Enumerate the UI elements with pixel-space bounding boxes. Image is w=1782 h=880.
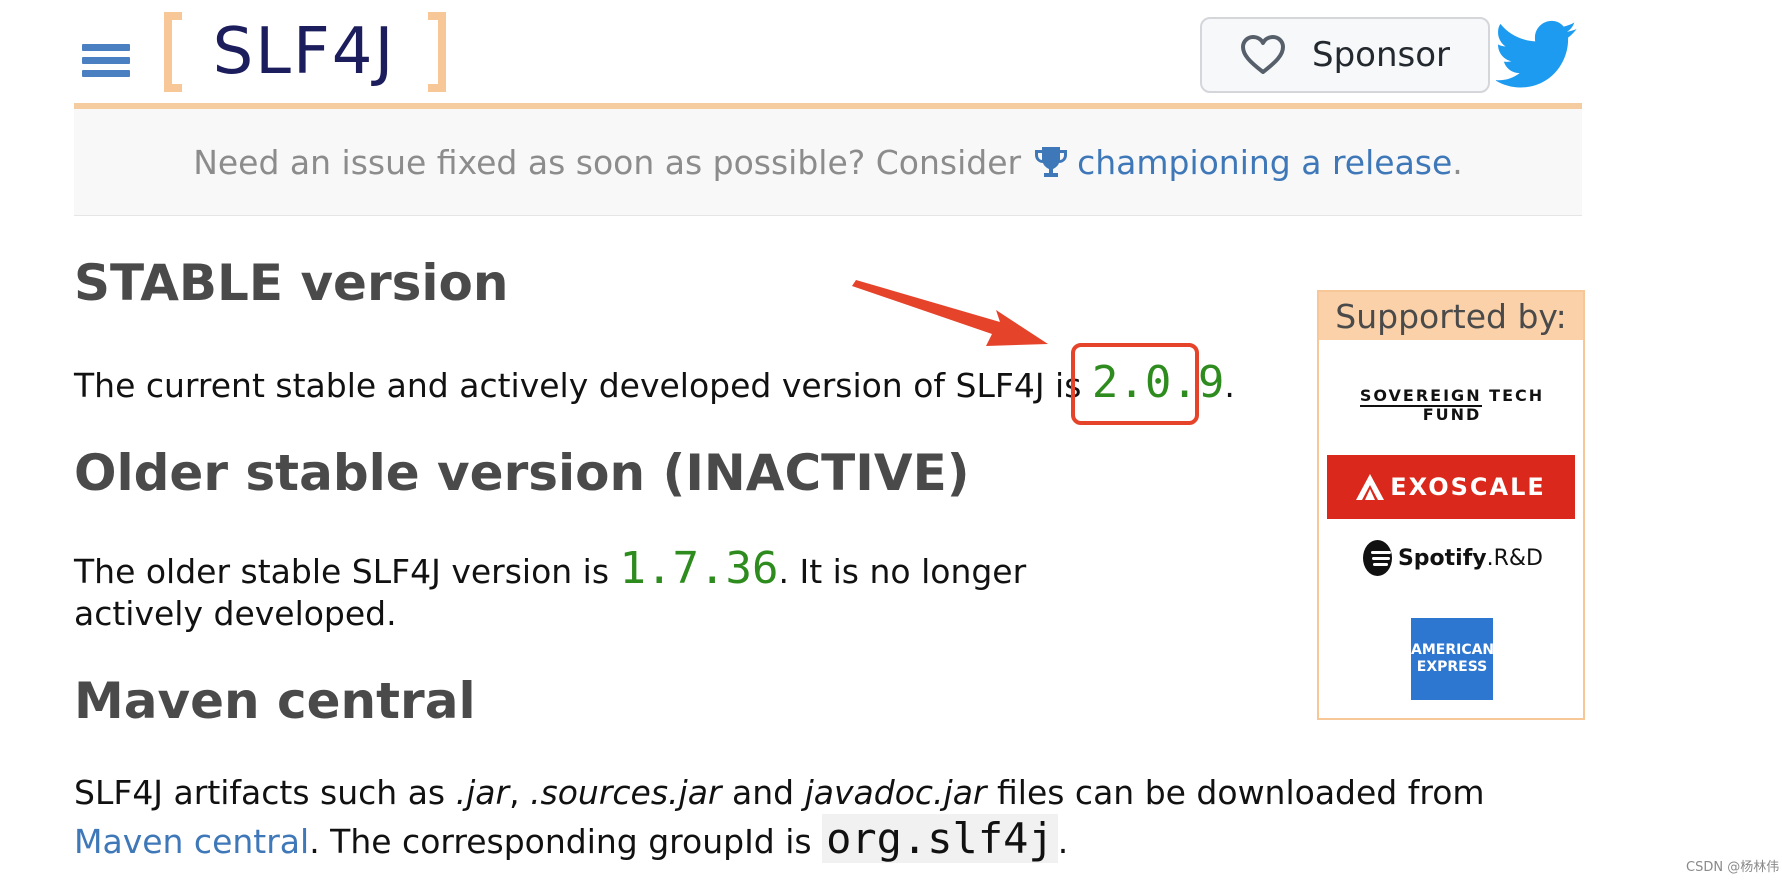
- group-id: org.slf4j: [822, 814, 1058, 863]
- sponsors-heading: Supported by:: [1319, 292, 1583, 340]
- older-text: The older stable SLF4J version is: [74, 552, 610, 591]
- heart-icon: [1240, 35, 1285, 74]
- amex-line-2: EXPRESS: [1416, 659, 1488, 675]
- csdn-watermark: CSDN @杨林伟: [1686, 860, 1780, 875]
- spotify-icon: [1363, 540, 1392, 576]
- trophy-icon: [1035, 147, 1068, 177]
- heading-older-version: Older stable version (INACTIVE): [74, 444, 970, 502]
- sponsor-button[interactable]: Sponsor: [1200, 17, 1490, 93]
- exoscale-label: EXOSCALE: [1390, 473, 1546, 501]
- heading-stable-version: STABLE version: [74, 254, 509, 312]
- spotify-brand: Spotify: [1397, 545, 1487, 571]
- championing-release-link[interactable]: championing a release: [1077, 143, 1452, 182]
- sources-jar-label: .sources.jar: [530, 773, 722, 812]
- sponsor-spotify[interactable]: Spotify .R&D: [1363, 538, 1543, 578]
- maven-text-1: SLF4J artifacts such as: [74, 773, 446, 812]
- maven-central-link[interactable]: Maven central: [74, 822, 309, 861]
- stable-suffix: .: [1224, 366, 1235, 405]
- logo-bracket-right: [428, 12, 446, 92]
- older-version-paragraph: The older stable SLF4J version is 1.7.36…: [74, 547, 1154, 635]
- sponsors-panel: Supported by: SOVEREIGN TECH FUND EXOSCA…: [1317, 290, 1585, 720]
- page: SLF4J Sponsor Need an issue fixed as soo…: [0, 0, 1782, 880]
- maven-end: .: [1057, 822, 1069, 861]
- stable-version-paragraph: The current stable and actively develope…: [74, 361, 1235, 407]
- sponsor-exoscale[interactable]: EXOSCALE: [1327, 455, 1575, 519]
- sponsor-american-express[interactable]: AMERICAN EXPRESS: [1411, 618, 1495, 700]
- notice-suffix: .: [1452, 142, 1463, 182]
- stable-text: The current stable and actively develope…: [74, 366, 1082, 405]
- notice-banner: Need an issue fixed as soon as possible?…: [74, 109, 1582, 216]
- heading-maven-central: Maven central: [74, 672, 476, 730]
- sponsor-sovereign-tech-fund[interactable]: SOVEREIGN TECH FUND: [1339, 386, 1565, 424]
- older-version-number: 1.7.36: [619, 543, 779, 594]
- maven-text-2: files can be downloaded from: [996, 773, 1485, 812]
- maven-comma: ,: [509, 773, 520, 812]
- sponsor-label: Sponsor: [1311, 35, 1450, 75]
- stf-part-a: SOVEREIGN: [1359, 386, 1482, 407]
- amex-line-1: AMERICAN: [1411, 642, 1495, 658]
- twitter-bird-icon[interactable]: [1496, 20, 1578, 90]
- annotation-arrow-icon: [852, 280, 1048, 346]
- maven-text-3: . The corresponding groupId is: [309, 822, 812, 861]
- hamburger-icon[interactable]: [82, 44, 130, 84]
- maven-and: and: [732, 773, 795, 812]
- exoscale-mark-icon: [1356, 474, 1385, 500]
- spotify-suffix: .R&D: [1486, 545, 1543, 571]
- notice-text: Need an issue fixed as soon as possible?…: [193, 142, 1022, 182]
- logo-bracket-left: [164, 12, 182, 92]
- logo-text: SLF4J: [212, 15, 396, 89]
- jar-label: .jar: [455, 773, 510, 812]
- javadoc-jar-label: javadoc.jar: [804, 773, 987, 812]
- maven-paragraph: SLF4J artifacts such as .jar, .sources.j…: [74, 770, 1514, 865]
- version-highlight-box: [1071, 343, 1199, 425]
- slf4j-logo[interactable]: SLF4J: [164, 12, 446, 92]
